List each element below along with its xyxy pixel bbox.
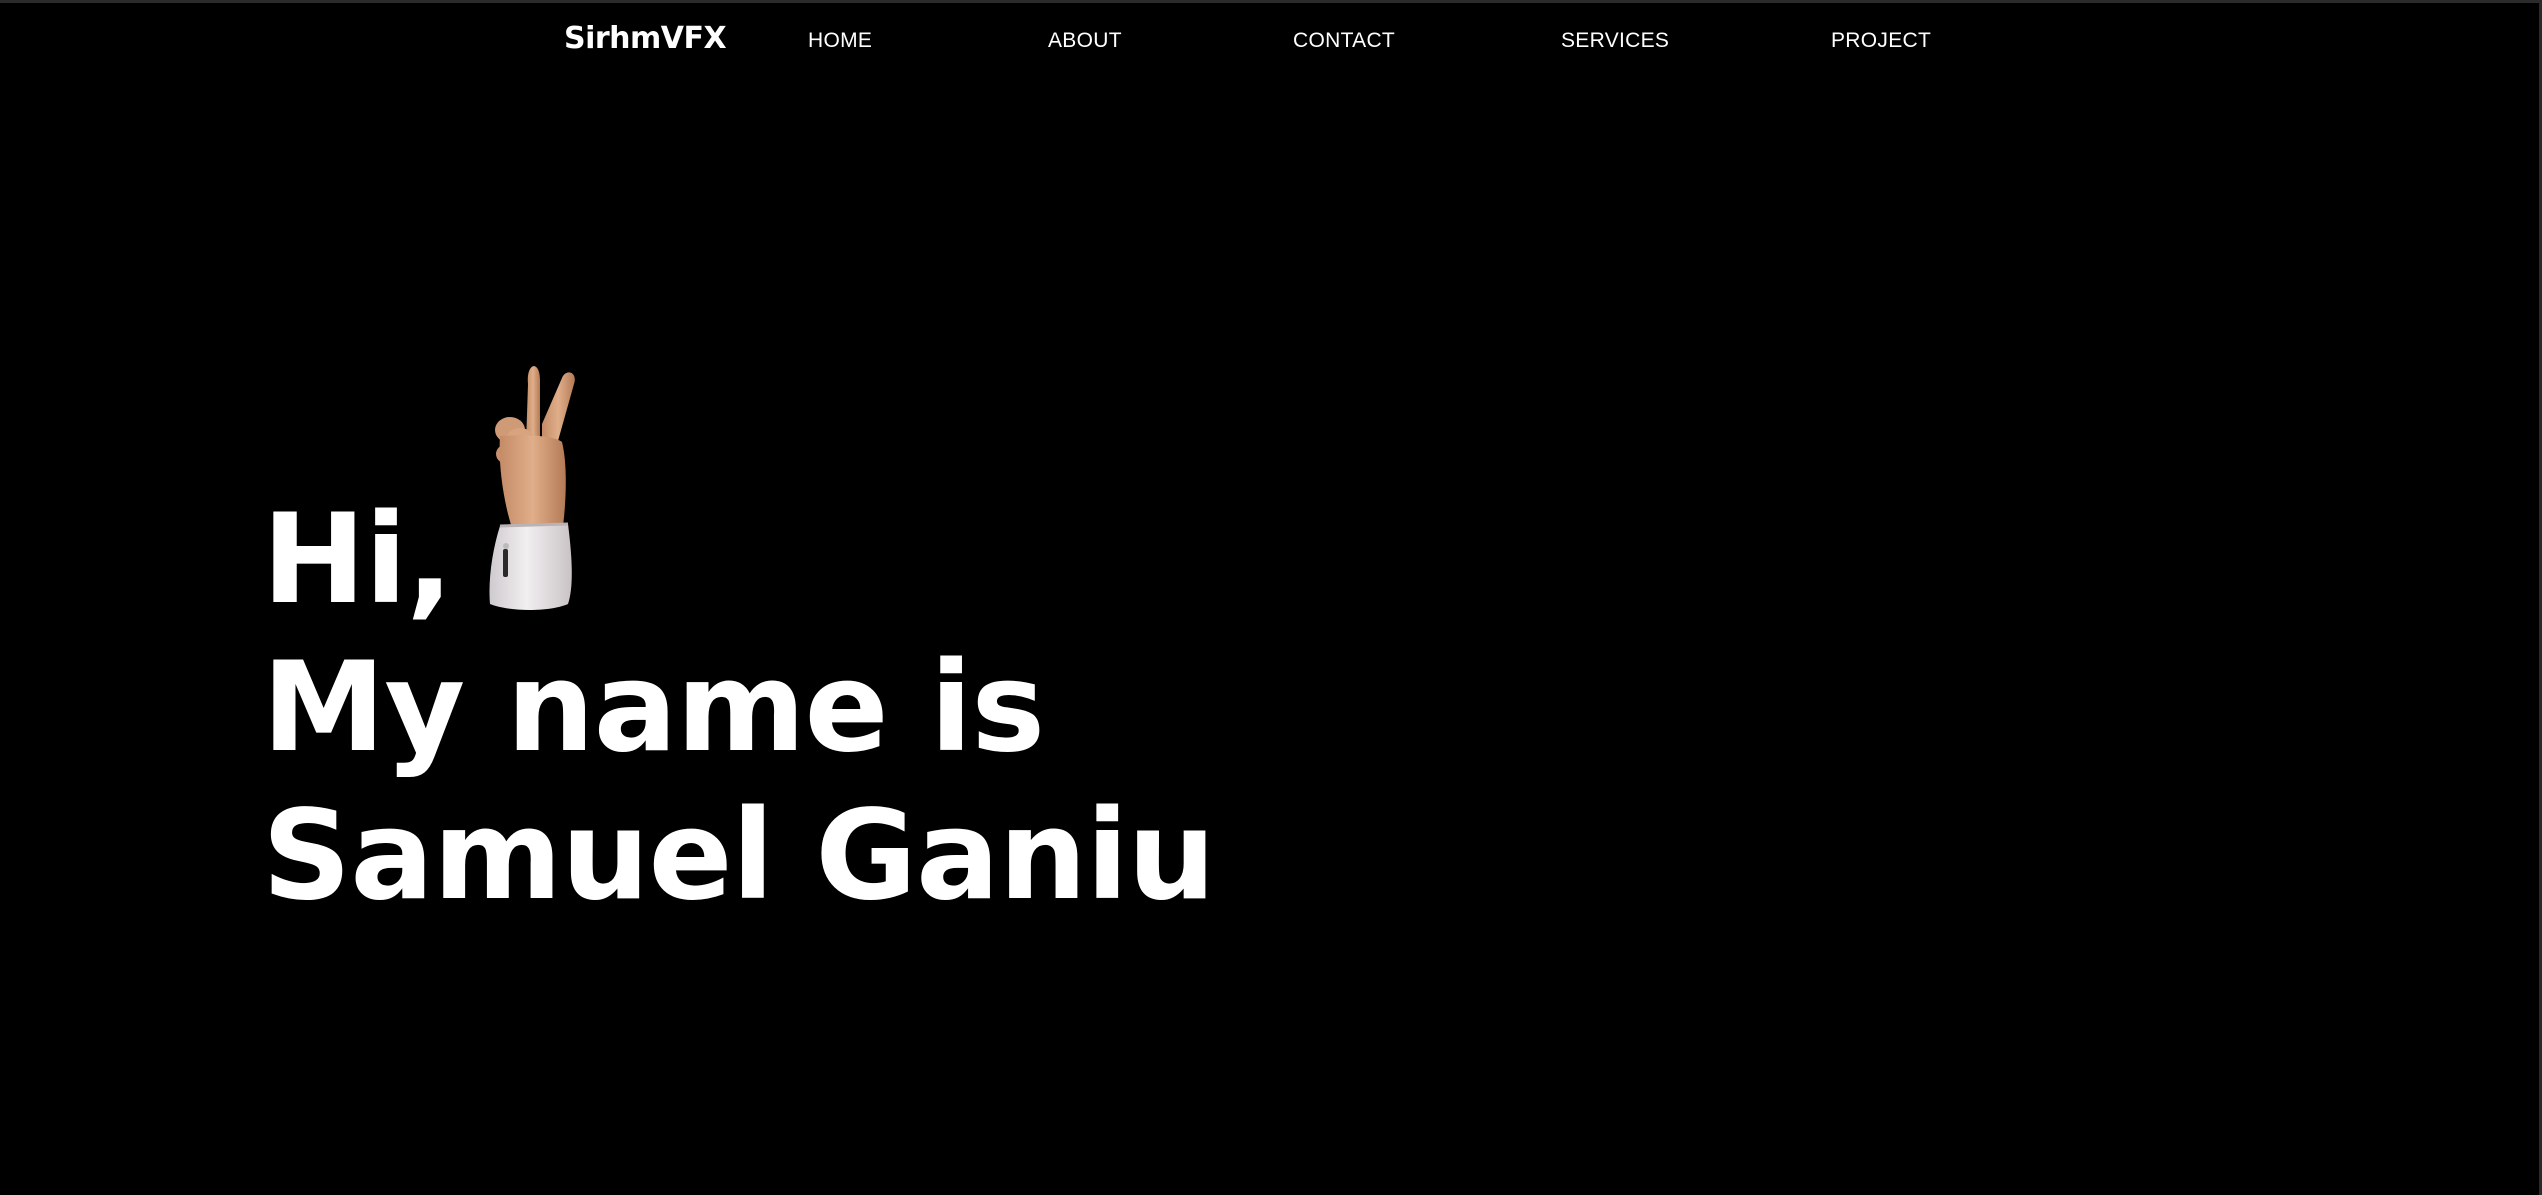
hero-section: Hi, My name is Samuel Ganiu bbox=[262, 350, 1562, 950]
nav-link-project[interactable]: PROJECT bbox=[1831, 28, 1931, 54]
top-navigation: SirhmVFX HOME ABOUT CONTACT SERVICES PRO… bbox=[0, 0, 2542, 80]
peace-hand-icon bbox=[489, 366, 575, 610]
nav-link-services[interactable]: SERVICES bbox=[1561, 28, 1669, 54]
hero-intro: My name is bbox=[262, 636, 1045, 780]
nav-link-contact[interactable]: CONTACT bbox=[1293, 28, 1395, 54]
nav-link-about[interactable]: ABOUT bbox=[1048, 28, 1122, 54]
nav-link-home[interactable]: HOME bbox=[808, 28, 872, 54]
brand-logo[interactable]: SirhmVFX bbox=[564, 20, 727, 58]
hero-name: Samuel Ganiu bbox=[262, 784, 1216, 928]
hero-greeting: Hi, bbox=[262, 488, 453, 632]
